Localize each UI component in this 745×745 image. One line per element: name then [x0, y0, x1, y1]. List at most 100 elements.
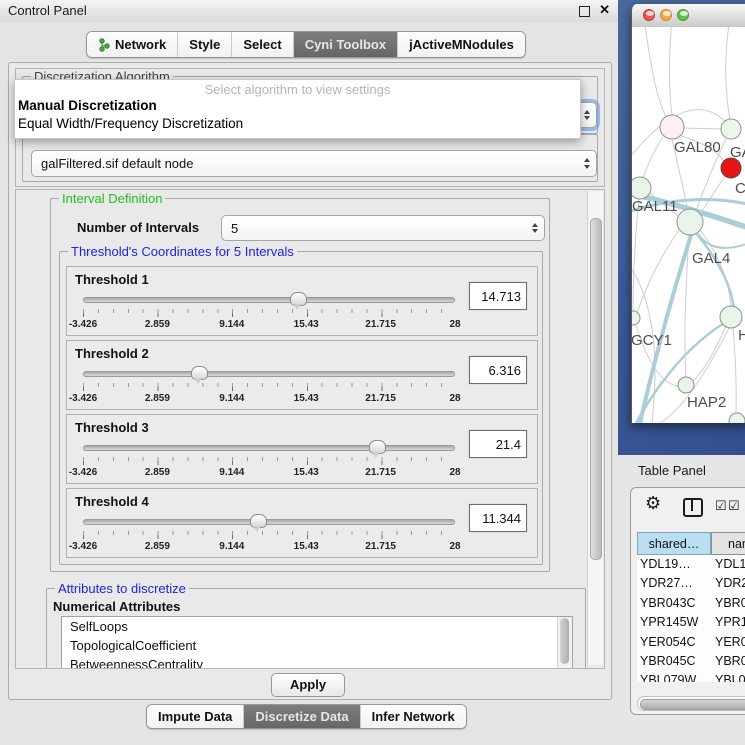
threshold-2-slider[interactable]: -3.4262.8599.14415.4321.71528 — [83, 371, 455, 405]
slider-ticks — [83, 383, 456, 392]
minimize-traffic-light[interactable] — [660, 9, 672, 21]
table-row[interactable]: YDL19… YDL1 — [637, 555, 745, 574]
tick-label: 15.43 — [294, 541, 319, 552]
slider-thumb[interactable] — [369, 440, 386, 454]
network-node[interactable] — [678, 377, 694, 393]
cell: YER054C — [640, 635, 696, 649]
popup-option-manual-discretization[interactable]: Manual Discretization — [18, 98, 157, 113]
tick-label: 9.144 — [219, 541, 244, 552]
network-nodes — [632, 115, 745, 423]
list-item[interactable]: SelfLoops — [62, 617, 572, 636]
node-label-partial-c: C — [735, 180, 745, 197]
network-node[interactable] — [632, 177, 651, 199]
network-view-window[interactable]: GAL80 GA C GAL11 GAL4 GCY1 H HAP2 — [631, 4, 745, 423]
thresholds-group: Threshold's Coordinates for 5 Intervals … — [59, 251, 543, 565]
threshold-2-label: Threshold 2 — [75, 346, 149, 361]
tick-label: 9.144 — [219, 393, 244, 404]
cell: YER0 — [715, 635, 745, 649]
threshold-1-value-field[interactable]: 14.713 — [469, 282, 527, 310]
close-icon[interactable]: ✕ — [599, 2, 610, 18]
threshold-1-label: Threshold 1 — [75, 272, 149, 287]
cell: YBR043C — [640, 596, 696, 610]
apply-button[interactable]: Apply — [271, 673, 345, 697]
threshold-4-slider[interactable]: -3.4262.8599.14415.4321.71528 — [83, 519, 455, 553]
table-row[interactable]: YBL079WYBL0 — [637, 671, 745, 682]
tab-network[interactable]: Network — [87, 32, 177, 57]
control-panel-titlebar: Control Panel ✕ — [0, 0, 618, 23]
node-label-gcy1: GCY1 — [632, 332, 672, 349]
tab-infer-network[interactable]: Infer Network — [360, 705, 466, 728]
threshold-2-value-field[interactable]: 6.316 — [469, 356, 527, 384]
network-canvas[interactable]: GAL80 GA C GAL11 GAL4 GCY1 H HAP2 — [632, 27, 745, 423]
threshold-4-value-field[interactable]: 11.344 — [469, 504, 527, 532]
checkbox-icon[interactable]: ☑ — [728, 498, 740, 514]
tab-select-label: Select — [243, 32, 281, 57]
column-header-name[interactable]: name — [711, 532, 745, 555]
threshold-4-label: Threshold 4 — [75, 494, 149, 509]
slider-tick-labels: -3.4262.8599.14415.4321.71528 — [83, 467, 455, 479]
tab-cyni-toolbox[interactable]: Cyni Toolbox — [293, 32, 397, 57]
list-scrollbar[interactable] — [557, 617, 572, 669]
cell: YDL1 — [715, 557, 745, 571]
cell: YDR27… — [640, 576, 693, 590]
popup-option-equal-width[interactable]: Equal Width/Frequency Discretization — [18, 116, 243, 131]
table-row[interactable]: YBR045CYBR0 — [637, 652, 745, 671]
tab-impute-data[interactable]: Impute Data — [147, 705, 243, 728]
gear-icon[interactable]: ⚙ — [645, 493, 661, 514]
network-node[interactable] — [677, 209, 703, 235]
network-node-selected-red[interactable] — [721, 158, 741, 178]
table-row[interactable]: YER054C YER0 — [637, 633, 745, 652]
column-header-shared-name[interactable]: shared… — [637, 532, 711, 555]
table-horizontal-scrollbar[interactable] — [637, 696, 745, 711]
slider-thumb[interactable] — [290, 292, 307, 306]
cell: YBL079W — [640, 673, 696, 682]
tab-discretize-data[interactable]: Discretize Data — [243, 705, 359, 728]
checkbox-icon[interactable]: ☑ — [715, 498, 727, 514]
tick-label: -3.426 — [69, 393, 97, 404]
list-item[interactable]: BetweennessCentrality — [62, 655, 572, 669]
threshold-1-slider[interactable]: -3.4262.8599.14415.4321.71528 — [83, 297, 455, 331]
network-node[interactable] — [721, 119, 741, 139]
zoom-traffic-light[interactable] — [677, 9, 689, 21]
float-window-icon[interactable] — [579, 6, 590, 17]
network-node[interactable] — [729, 413, 745, 423]
network-node[interactable] — [720, 306, 742, 328]
numerical-attributes-list[interactable]: SelfLoops TopologicalCoefficient Between… — [61, 616, 573, 669]
cytoscape-desktop: GAL80 GA C GAL11 GAL4 GCY1 H HAP2 — [618, 0, 745, 455]
threshold-3-box: Threshold 3 -3.4262.8599.14415.4321.7152… — [66, 414, 538, 484]
threshold-3-slider[interactable]: -3.4262.8599.14415.4321.71528 — [83, 445, 455, 479]
slider-thumb[interactable] — [191, 366, 208, 380]
network-window-titlebar[interactable] — [632, 4, 745, 28]
attributes-group-label: Attributes to discretize — [55, 581, 189, 596]
slider-tick-labels: -3.4262.8599.14415.4321.71528 — [83, 393, 455, 405]
threshold-3-value-field[interactable]: 21.4 — [469, 430, 527, 458]
algorithm-dropdown-popup: Select algorithm to view settings Manual… — [14, 79, 581, 139]
number-of-intervals-combobox[interactable]: 5 — [221, 215, 545, 241]
panel-vertical-scrollbar[interactable] — [587, 191, 603, 665]
tab-impute-data-label: Impute Data — [158, 705, 232, 728]
interval-definition-label: Interval Definition — [59, 191, 165, 206]
close-traffic-light[interactable] — [643, 9, 655, 21]
slider-ticks — [83, 457, 456, 466]
network-icon — [98, 38, 110, 52]
tab-select[interactable]: Select — [231, 32, 292, 57]
table-panel-region: Table Panel ⚙ ☑ ☑ shared… name YDL19…YDL… — [618, 455, 745, 745]
tab-style[interactable]: Style — [177, 32, 231, 57]
cell: YDL19… — [640, 557, 691, 571]
tick-label: 21.715 — [365, 319, 396, 330]
table-data-group: Table Data galFiltered.sif default node — [22, 134, 598, 182]
top-tab-strip: Network Style Select Cyni Toolbox jActiv… — [0, 22, 618, 62]
threshold-1-box: Threshold 1 -3.4262.8599.14415.4321.7152… — [66, 266, 538, 336]
network-node[interactable] — [632, 311, 640, 325]
network-node[interactable] — [660, 115, 684, 139]
table-data-combobox[interactable]: galFiltered.sif default node — [31, 150, 597, 177]
table-row[interactable]: YDR27…YDR2 — [637, 574, 745, 593]
settings-scroll-panel: Interval Definition Number of Intervals … — [15, 189, 605, 669]
slider-thumb[interactable] — [250, 514, 267, 528]
table-row[interactable]: YPR145WYPR1 — [637, 613, 745, 632]
tab-jactivemnodules[interactable]: jActiveMNodules — [397, 32, 525, 57]
list-item[interactable]: TopologicalCoefficient — [62, 636, 572, 655]
table-row[interactable]: YBR043CYBR0 — [637, 594, 745, 613]
tick-label: 28 — [449, 319, 460, 330]
split-columns-icon[interactable] — [683, 498, 703, 517]
